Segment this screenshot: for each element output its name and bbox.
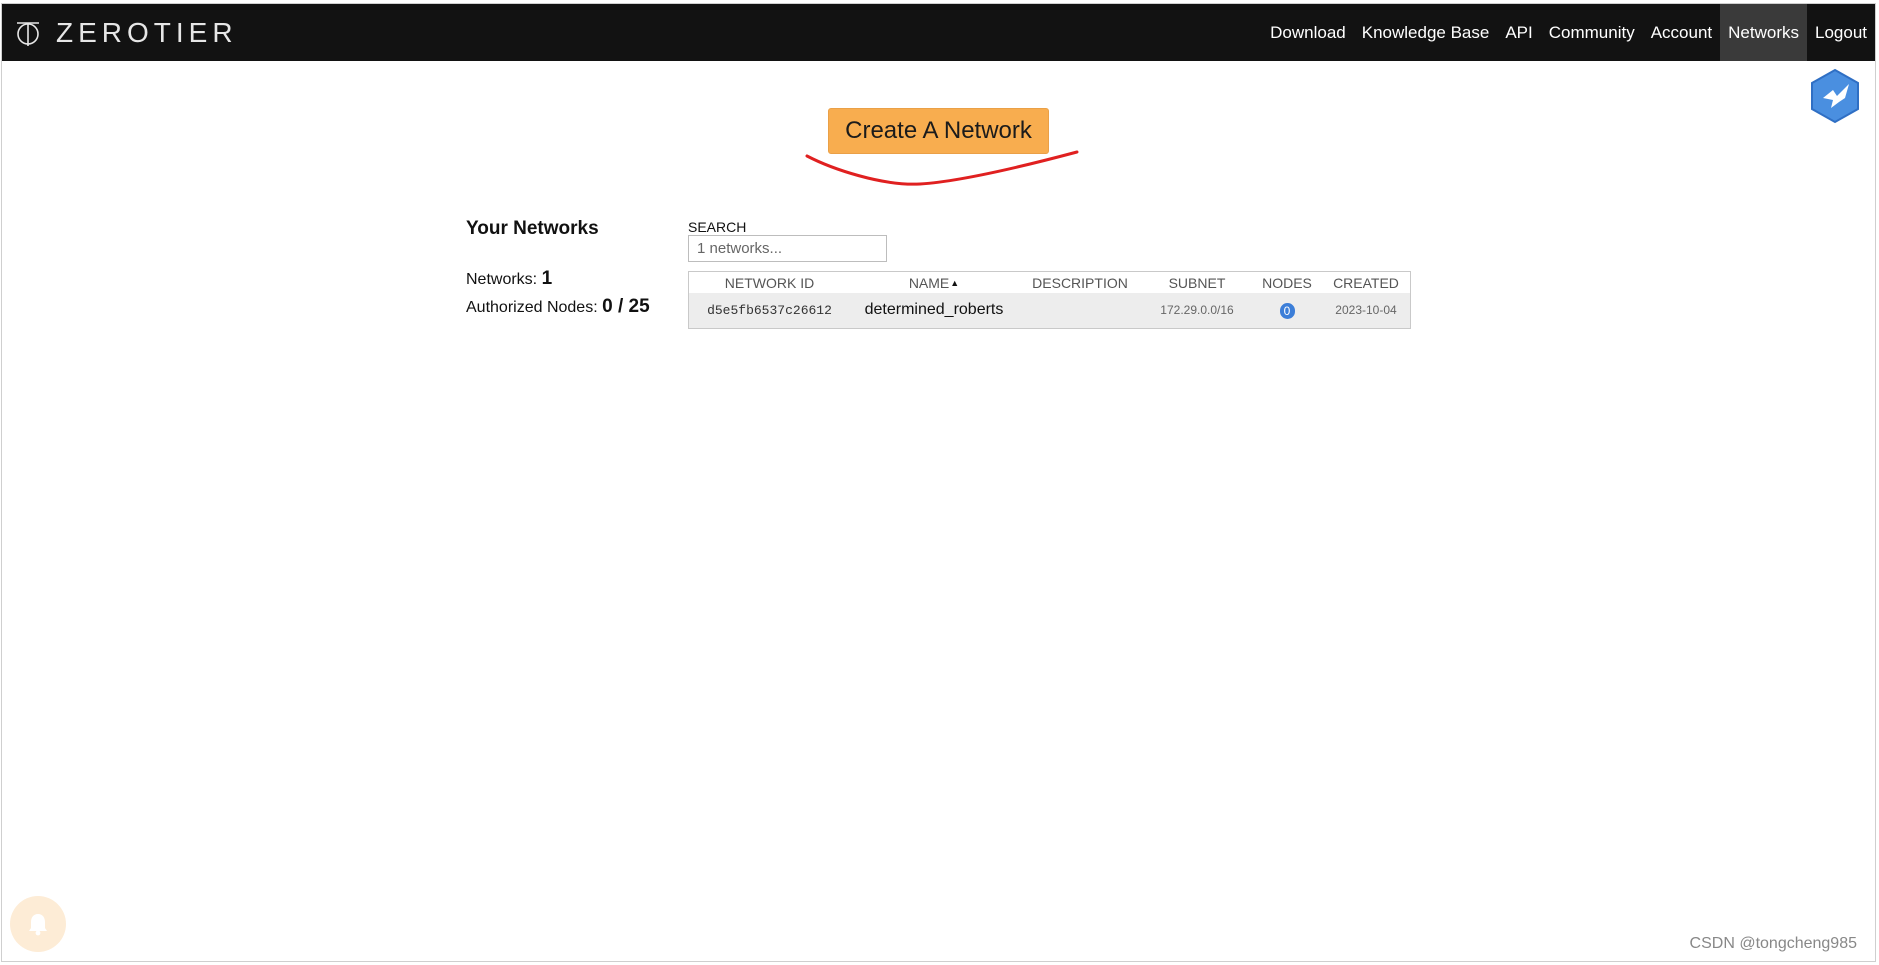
- network-id-cell[interactable]: d5e5fb6537c26612: [689, 293, 851, 328]
- authorized-nodes-value: 0 / 25: [602, 296, 650, 317]
- nav-knowledge-base[interactable]: Knowledge Base: [1354, 4, 1498, 61]
- top-navbar: ZEROTIER Download Knowledge Base API Com…: [2, 4, 1875, 61]
- networks-table: NETWORK ID NAME▲ DESCRIPTION SUBNET NODE…: [688, 271, 1411, 329]
- nav-account[interactable]: Account: [1643, 4, 1720, 61]
- search-label: SEARCH: [688, 219, 747, 235]
- browser-page: ZEROTIER Download Knowledge Base API Com…: [1, 3, 1876, 962]
- network-nodes-cell: 0: [1252, 293, 1322, 328]
- column-name-label: NAME: [908, 274, 950, 291]
- bird-hexagon-icon[interactable]: [1809, 68, 1861, 124]
- search-input[interactable]: [688, 235, 887, 262]
- column-created[interactable]: CREATED: [1322, 272, 1411, 294]
- networks-count-value: 1: [541, 268, 553, 289]
- bell-icon: [29, 914, 47, 936]
- column-description[interactable]: DESCRIPTION: [1018, 272, 1142, 294]
- brand-name: ZEROTIER: [56, 16, 238, 48]
- nav-community[interactable]: Community: [1541, 4, 1643, 61]
- nav-logout[interactable]: Logout: [1807, 4, 1875, 61]
- nav-download[interactable]: Download: [1262, 4, 1354, 61]
- networks-summary: Your Networks Networks: 1 Authorized Nod…: [466, 218, 676, 318]
- nav-links: Download Knowledge Base API Community Ac…: [1262, 4, 1875, 61]
- authorized-nodes-label: Authorized Nodes:: [466, 299, 598, 316]
- red-underline-annotation: [805, 150, 1079, 186]
- network-description-cell: [1018, 293, 1142, 328]
- sort-ascending-icon: ▲: [950, 277, 960, 288]
- networks-count-label: Networks:: [466, 271, 538, 288]
- nodes-count-badge: 0: [1279, 302, 1295, 319]
- network-created-cell: 2023-10-04: [1335, 303, 1397, 318]
- table-header-row: NETWORK ID NAME▲ DESCRIPTION SUBNET NODE…: [689, 272, 1411, 294]
- nav-api[interactable]: API: [1497, 4, 1540, 61]
- network-subnet-cell: 172.29.0.0/16: [1160, 303, 1234, 318]
- table-row[interactable]: d5e5fb6537c26612 determined_roberts 172.…: [688, 293, 1411, 328]
- network-name-cell[interactable]: determined_roberts: [850, 293, 1018, 328]
- brand[interactable]: ZEROTIER: [14, 17, 238, 49]
- column-nodes[interactable]: NODES: [1252, 272, 1322, 294]
- column-subnet[interactable]: SUBNET: [1142, 272, 1252, 294]
- zerotier-logo-icon: [17, 21, 39, 46]
- authorized-nodes-stat: Authorized Nodes: 0 / 25: [466, 296, 676, 318]
- column-network-id[interactable]: NETWORK ID: [689, 272, 851, 294]
- networks-count-stat: Networks: 1: [466, 268, 676, 290]
- watermark-text: CSDN @tongcheng985: [1689, 935, 1857, 952]
- column-name[interactable]: NAME▲: [850, 272, 1018, 294]
- notification-button[interactable]: [10, 896, 66, 952]
- summary-title: Your Networks: [466, 218, 599, 239]
- nav-networks[interactable]: Networks: [1720, 4, 1807, 61]
